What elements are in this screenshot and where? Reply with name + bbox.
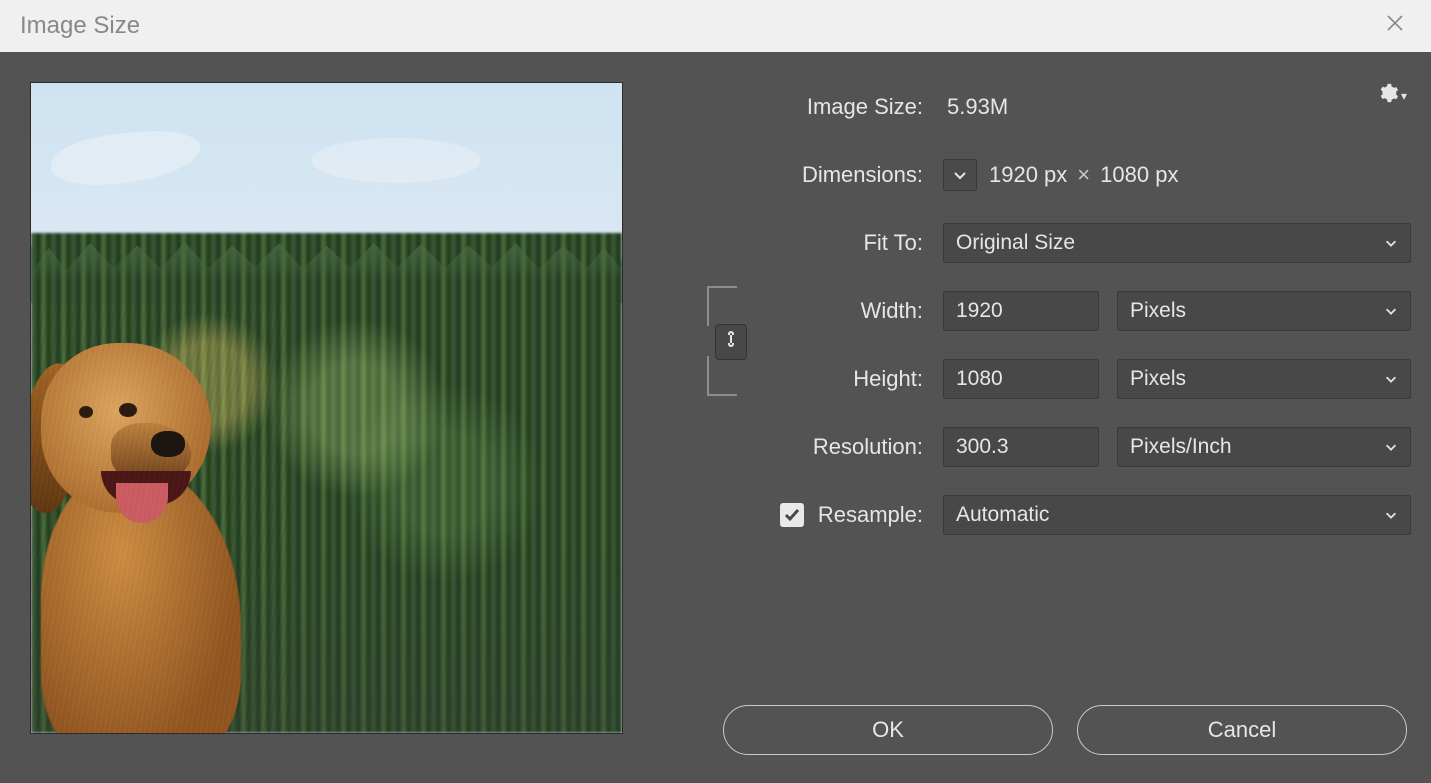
resample-method-value: Automatic — [956, 503, 1049, 527]
fit-to-select[interactable]: Original Size — [943, 223, 1411, 263]
resolution-label: Resolution: — [693, 434, 943, 460]
dimensions-width: 1920 px — [989, 162, 1067, 188]
width-unit-value: Pixels — [1130, 299, 1186, 323]
resample-method-select[interactable]: Automatic — [943, 495, 1411, 535]
close-button[interactable] — [1379, 6, 1411, 46]
height-unit-select[interactable]: Pixels — [1117, 359, 1411, 399]
controls-panel: ▾ Image Size: 5.93M Dimensions: 1920 px … — [693, 82, 1411, 761]
resolution-unit-select[interactable]: Pixels/Inch — [1117, 427, 1411, 467]
dialog-footer: OK Cancel — [693, 705, 1411, 761]
chevron-down-icon — [1384, 508, 1398, 522]
dimensions-unit-toggle[interactable] — [943, 159, 977, 191]
height-input[interactable] — [943, 359, 1099, 399]
constrain-proportions-button[interactable] — [715, 324, 747, 360]
chevron-down-icon — [1384, 440, 1398, 454]
chevron-down-icon — [952, 167, 968, 183]
dialog-title: Image Size — [20, 12, 140, 40]
resolution-input[interactable] — [943, 427, 1099, 467]
dimensions-label: Dimensions: — [693, 162, 943, 188]
image-size-label: Image Size: — [693, 94, 943, 120]
width-input[interactable] — [943, 291, 1099, 331]
dimensions-separator: × — [1077, 162, 1090, 188]
resolution-unit-value: Pixels/Inch — [1130, 435, 1232, 459]
constrain-proportions-bracket — [707, 286, 755, 396]
dialog-body: ▾ Image Size: 5.93M Dimensions: 1920 px … — [0, 52, 1431, 783]
chevron-down-icon — [1384, 372, 1398, 386]
resample-label: Resample: — [818, 502, 923, 528]
height-unit-value: Pixels — [1130, 367, 1186, 391]
dimensions-height: 1080 px — [1100, 162, 1178, 188]
ok-button[interactable]: OK — [723, 705, 1053, 755]
cancel-button[interactable]: Cancel — [1077, 705, 1407, 755]
image-size-value: 5.93M — [943, 94, 1008, 120]
titlebar: Image Size — [0, 0, 1431, 52]
check-icon — [783, 506, 801, 524]
width-unit-select[interactable]: Pixels — [1117, 291, 1411, 331]
chevron-down-icon — [1384, 236, 1398, 250]
resample-checkbox[interactable] — [780, 503, 804, 527]
image-preview[interactable] — [30, 82, 623, 734]
fit-to-label: Fit To: — [693, 230, 943, 256]
link-icon — [723, 329, 739, 355]
chevron-down-icon — [1384, 304, 1398, 318]
fit-to-value: Original Size — [956, 231, 1075, 255]
